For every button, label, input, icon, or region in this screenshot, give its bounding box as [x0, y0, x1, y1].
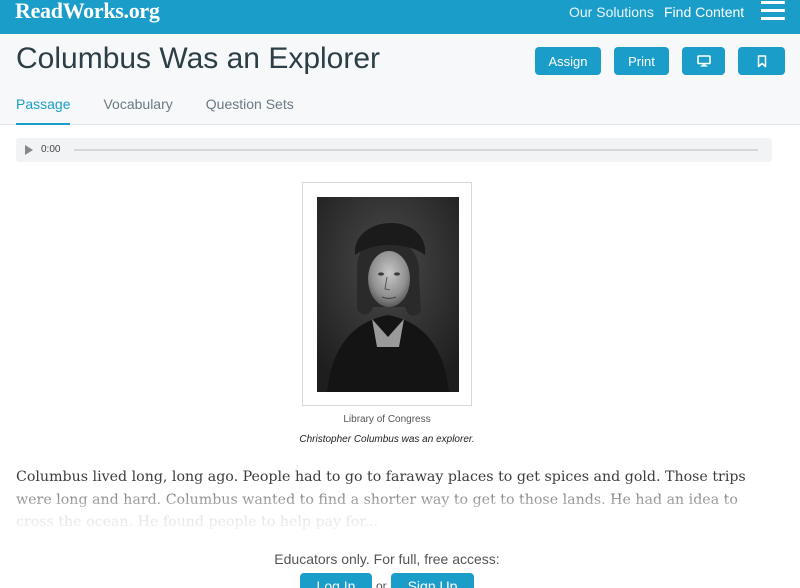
- page-title: Columbus Was an Explorer: [16, 42, 381, 75]
- passage-fade-overlay: [0, 480, 800, 540]
- play-icon[interactable]: [25, 145, 33, 155]
- tab-passage[interactable]: Passage: [16, 96, 71, 125]
- audio-time: 0:00: [41, 144, 61, 155]
- top-nav-bar: ReadWorks.org Our Solutions Find Content: [0, 0, 800, 34]
- nav-our-solutions[interactable]: Our Solutions: [569, 4, 654, 20]
- figure-credit: Library of Congress: [343, 414, 431, 425]
- content-tabs: Passage Vocabulary Question Sets: [16, 96, 327, 125]
- audio-progress-track[interactable]: [74, 149, 758, 151]
- or-separator: or: [376, 579, 387, 588]
- figure-caption: Christopher Columbus was an explorer.: [299, 434, 475, 445]
- article-header: Columbus Was an Explorer Assign Print Pa…: [0, 34, 800, 125]
- tab-question-sets[interactable]: Question Sets: [206, 96, 294, 125]
- assign-button[interactable]: Assign: [535, 47, 601, 75]
- nav-find-content[interactable]: Find Content: [664, 4, 744, 20]
- bookmark-button[interactable]: [738, 47, 785, 75]
- columbus-portrait-image: [317, 197, 459, 392]
- tab-vocabulary[interactable]: Vocabulary: [103, 96, 172, 125]
- sign-up-button[interactable]: Sign Up: [391, 573, 474, 588]
- monitor-icon: [696, 55, 711, 67]
- passage-figure: [302, 182, 472, 406]
- print-button[interactable]: Print: [614, 47, 669, 75]
- hamburger-menu-icon[interactable]: [761, 1, 785, 21]
- log-in-button[interactable]: Log In: [300, 573, 372, 588]
- readworks-logo[interactable]: ReadWorks.org: [15, 0, 160, 24]
- access-message: Educators only. For full, free access:: [274, 551, 500, 567]
- present-button[interactable]: [682, 47, 725, 75]
- audio-player: 0:00: [16, 138, 772, 162]
- bookmark-icon: [757, 54, 766, 67]
